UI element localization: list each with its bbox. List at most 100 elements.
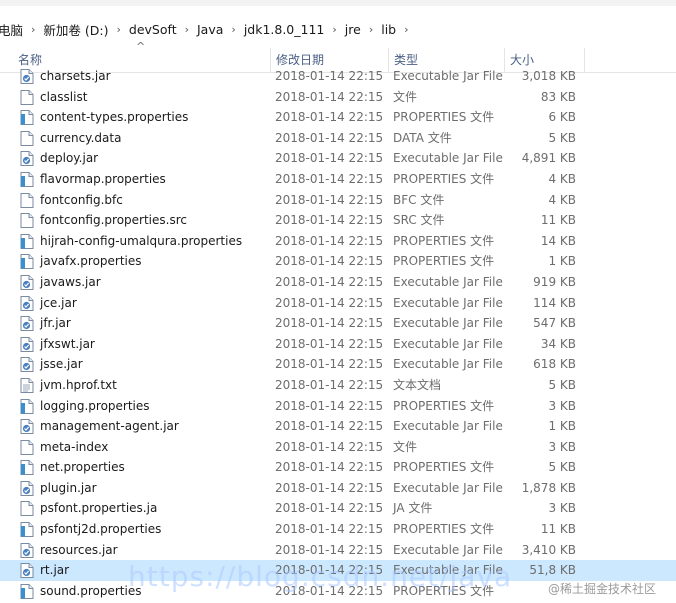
jar-file-icon [20,419,34,435]
file-row[interactable]: management-agent.jar 2018-01-14 22:15 Exec… [0,416,676,437]
file-row[interactable]: jfxswt.jar 2018-01-14 22:15 Executable Jar… [0,334,676,355]
file-row[interactable]: hijrah-config-umalqura.properties 2018-01… [0,231,676,252]
jar-file-icon [20,357,34,373]
file-row[interactable]: classlist 2018-01-14 22:15 文件 83 KB [0,87,676,108]
file-name: fontconfig.properties.src [40,213,187,228]
file-row[interactable]: meta-index 2018-01-14 22:15 文件 3 KB [0,437,676,458]
properties-file-icon [20,171,34,187]
breadcrumb-item[interactable]: jre [339,22,367,37]
file-name: psfontj2d.properties [40,522,162,537]
jar-file-icon [20,274,34,290]
file-row[interactable]: content-types.properties 2018-01-14 22:15… [0,107,676,128]
file-date: 2018-01-14 22:15 [275,192,384,207]
file-row[interactable]: javafx.properties 2018-01-14 22:15 PROPERT… [0,251,676,272]
file-type: PROPERTIES 文件 [393,522,495,537]
file-type: PROPERTIES 文件 [393,233,495,248]
file-date: 2018-01-14 22:15 [275,151,384,166]
file-name: jsse.jar [40,357,83,372]
file-size: 114 KB [533,295,576,310]
chevron-right-icon[interactable]: › [29,23,37,36]
chevron-right-icon[interactable]: › [183,23,191,36]
file-type: PROPERTIES 文件 [393,171,495,186]
file-type: 文件 [393,89,418,104]
file-name: charsets.jar [40,69,111,83]
jar-file-icon [20,480,34,496]
chevron-right-icon[interactable]: › [402,23,410,36]
file-name: jfr.jar [40,316,71,331]
chevron-right-icon[interactable]: › [367,23,375,36]
file-size: 6 KB [548,110,576,125]
file-row[interactable]: flavormap.properties 2018-01-14 22:15 PROP… [0,169,676,190]
file-name: javafx.properties [40,254,142,269]
file-name: content-types.properties [40,110,189,125]
file-name: javaws.jar [40,274,101,289]
file-size: 3 KB [548,398,576,413]
breadcrumb-item[interactable]: devSoft [123,22,183,37]
file-file-icon [20,501,34,517]
properties-file-icon [20,254,34,270]
file-row[interactable]: psfont.properties.ja 2018-01-14 22:15 JA 文… [0,498,676,519]
breadcrumb-item[interactable]: lib [375,22,402,37]
file-name: hijrah-config-umalqura.properties [40,233,243,248]
file-name: sound.properties [40,583,142,598]
file-type: BFC 文件 [393,192,445,207]
file-date: 2018-01-14 22:15 [275,501,384,516]
file-type: SRC 文件 [393,213,445,228]
file-date: 2018-01-14 22:15 [275,377,384,392]
file-type: Executable Jar File [393,295,503,310]
file-row[interactable]: javaws.jar 2018-01-14 22:15 Executable Jar… [0,272,676,293]
file-row[interactable]: plugin.jar 2018-01-14 22:15 Executable Jar… [0,478,676,499]
jar-file-icon [20,151,34,167]
file-name: plugin.jar [40,480,97,495]
chevron-right-icon[interactable]: › [115,23,123,36]
file-date: 2018-01-14 22:15 [275,419,384,434]
file-row[interactable]: psfontj2d.properties 2018-01-14 22:15 PROP… [0,519,676,540]
file-row[interactable]: fontconfig.bfc 2018-01-14 22:15 BFC 文件 4 KB [0,190,676,211]
file-name: rt.jar [40,563,70,578]
file-row[interactable]: charsets.jar 2018-01-14 22:15 Executable J… [0,66,676,87]
file-type: Executable Jar File [393,316,503,331]
file-size: 3,410 KB [521,542,576,557]
text-file-icon [20,377,34,393]
file-date: 2018-01-14 22:15 [275,439,384,454]
file-row[interactable]: fontconfig.properties.src 2018-01-14 22:1… [0,210,676,231]
breadcrumb-item[interactable]: 新加卷 (D:) [37,20,114,39]
file-type: JA 文件 [393,501,433,516]
file-name: deploy.jar [40,151,99,166]
file-type: Executable Jar File [393,274,503,289]
file-date: 2018-01-14 22:15 [275,357,384,372]
file-row[interactable]: deploy.jar 2018-01-14 22:15 Executable Jar… [0,148,676,169]
breadcrumb-item[interactable]: Java [191,22,229,37]
file-file-icon [20,439,34,455]
file-row[interactable]: jce.jar 2018-01-14 22:15 Executable Jar Fi… [0,293,676,314]
file-date: 2018-01-14 22:15 [275,460,384,475]
file-row[interactable]: currency.data 2018-01-14 22:15 DATA 文件 5 KB [0,128,676,149]
file-date: 2018-01-14 22:15 [275,110,384,125]
chevron-right-icon[interactable]: › [330,23,338,36]
file-type: DATA 文件 [393,130,452,145]
file-type: Executable Jar File [393,336,503,351]
file-date: 2018-01-14 22:15 [275,89,384,104]
file-date: 2018-01-14 22:15 [275,274,384,289]
file-row[interactable]: net.properties 2018-01-14 22:15 PROPERTIES… [0,457,676,478]
properties-file-icon [20,460,34,476]
file-name: meta-index [40,439,109,454]
file-size: 3 KB [548,439,576,454]
file-row[interactable]: resources.jar 2018-01-14 22:15 Executable … [0,540,676,561]
file-type: PROPERTIES 文件 [393,398,495,413]
address-bar-breadcrumb[interactable]: 电脑 › 新加卷 (D:) › devSoft › Java › jdk1.8.0_111 › jr… [0,14,676,44]
file-row[interactable]: jvm.hprof.txt 2018-01-14 22:15 文本文档 5 KB [0,375,676,396]
file-row[interactable]: jsse.jar 2018-01-14 22:15 Executable Jar F… [0,354,676,375]
file-type: 文本文档 [393,377,442,392]
breadcrumb-item[interactable]: 电脑 [0,20,29,39]
file-size: 5 KB [548,130,576,145]
file-row[interactable]: logging.properties 2018-01-14 22:15 PROPER… [0,396,676,417]
breadcrumb-item[interactable]: jdk1.8.0_111 [238,22,331,37]
properties-file-icon [20,110,34,126]
file-size: 3,018 KB [521,69,576,83]
file-type: Executable Jar File [393,480,503,495]
file-name: jvm.hprof.txt [40,377,117,392]
file-row[interactable]: jfr.jar 2018-01-14 22:15 Executable Jar Fi… [0,313,676,334]
chevron-right-icon[interactable]: › [229,23,237,36]
file-date: 2018-01-14 22:15 [275,522,384,537]
